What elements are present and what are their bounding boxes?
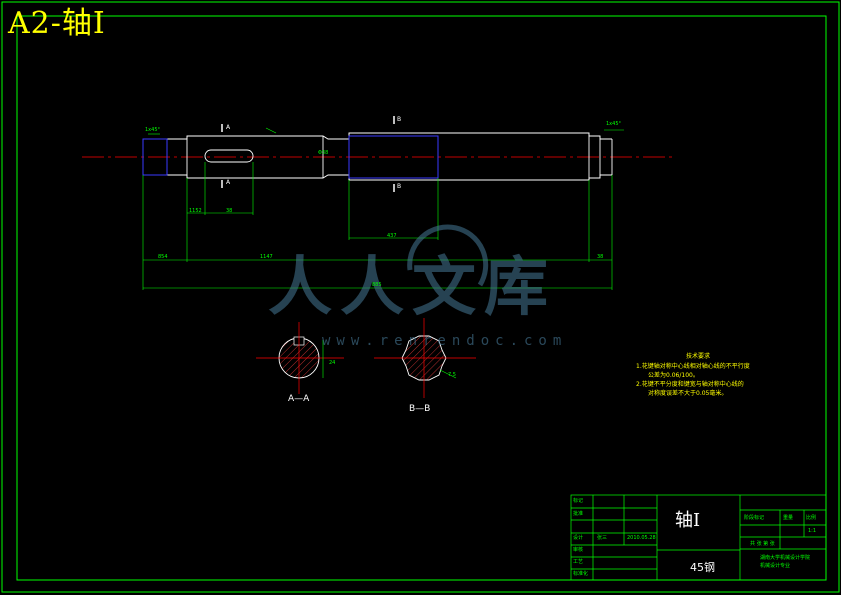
section-mark-a-top: A — [226, 124, 231, 131]
dim-seg-mid: 1147 — [260, 254, 273, 260]
title-block-sheet: 共 张 第 张 — [750, 541, 775, 547]
title-block-dept: 机械设计专业 — [760, 563, 791, 569]
section-mark-b-bottom: B — [397, 183, 402, 190]
watermark-url: www.renrendoc.com — [322, 333, 568, 349]
title-block-scale-label: 比例 — [806, 515, 817, 521]
dim-chamfer-left: 1x45° — [145, 127, 161, 133]
title-block-material: 45钢 — [690, 561, 715, 574]
title-block-label-1: 设计 — [573, 535, 584, 541]
title-block-stage-label: 阶段标记 — [744, 515, 765, 521]
dim-seg-bb: 437 — [387, 233, 397, 239]
title-block-label-0: 标记 — [573, 498, 584, 504]
dim-keyway-offset: 1152 — [189, 208, 202, 214]
title-block-weight-label: 重量 — [783, 515, 794, 521]
dim-overall: 885 — [372, 282, 382, 288]
dim-seg-right: 38 — [597, 254, 604, 260]
tech-note-1: 1.花键轴对称中心线相对轴心线的不平行度 — [636, 363, 750, 370]
title-block-label-2: 审核 — [573, 547, 584, 553]
title-block-label-3: 工艺 — [573, 559, 584, 565]
title-block-label-4: 标准化 — [573, 571, 589, 577]
section-marks — [221, 116, 395, 192]
dim-sec-a: 24 — [329, 360, 336, 366]
tech-note-1b: 公差为0.06/100。 — [648, 372, 699, 379]
section-b — [374, 318, 476, 398]
title-block-designer: 张三 — [597, 535, 608, 541]
tech-note-2: 2.花键不平分度和键宽与轴对称中心线的 — [636, 381, 744, 388]
sheet-title: A2-轴I — [8, 6, 106, 41]
dim-chamfer-right: 1x45° — [606, 121, 622, 127]
title-block-part-name: 轴I — [675, 510, 701, 531]
shaft-outline — [142, 132, 613, 181]
dim-keyway-length: 38 — [226, 208, 233, 214]
dim-seg-left: 854 — [158, 254, 168, 260]
section-mark-a-bottom: A — [226, 179, 231, 186]
tech-note-2b: 对称度误差不大于0.05毫米。 — [648, 390, 728, 397]
title-block-scale-value: 1:1 — [808, 528, 817, 534]
section-a-label: A—A — [288, 394, 310, 404]
title-block-school: 湖南大学机械设计学院 — [760, 555, 811, 561]
tech-notes-heading: 技术要求 — [686, 353, 711, 360]
dim-dia-mid: Φ38 — [318, 150, 329, 156]
section-mark-b-top: B — [397, 116, 402, 123]
dim-sec-b: 7.5 — [448, 372, 456, 378]
watermark-brand: 人人文库 — [268, 251, 556, 325]
title-block-date: 2010.05.28 — [627, 535, 656, 541]
section-b-label: B—B — [409, 404, 431, 414]
title-block-label-5: 批准 — [573, 511, 584, 517]
